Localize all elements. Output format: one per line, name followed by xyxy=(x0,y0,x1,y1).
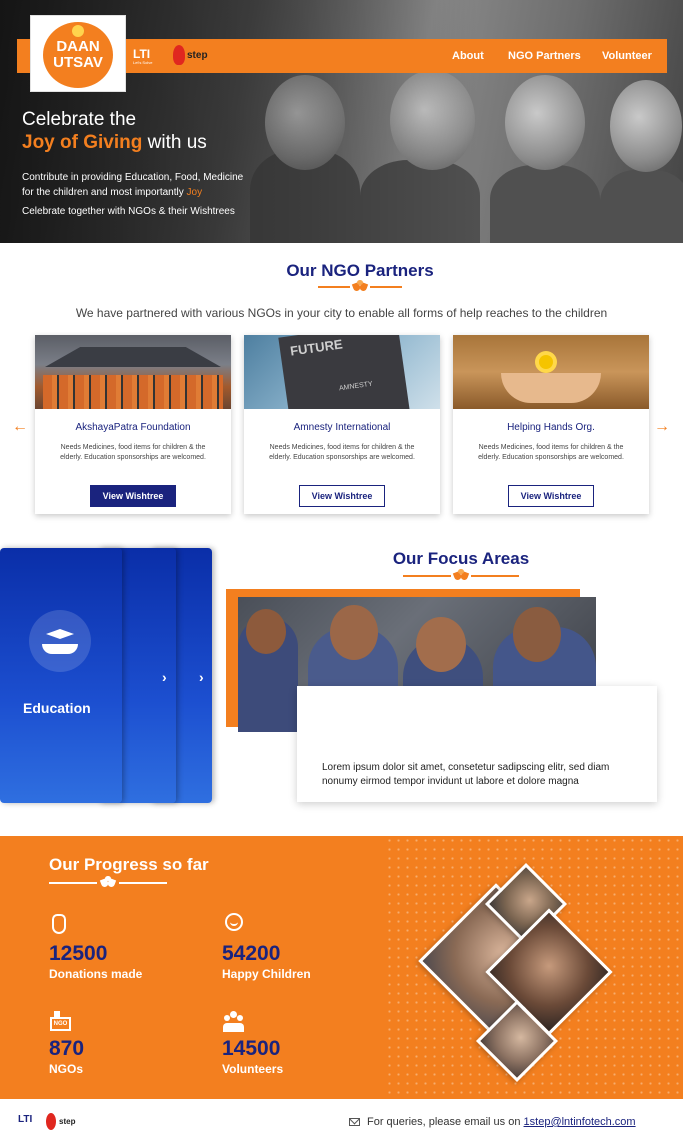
nav-volunteer[interactable]: Volunteer xyxy=(602,50,652,62)
view-wishtree-button[interactable]: View Wishtree xyxy=(90,485,176,507)
ngo-card: FUTURE AMNESTY Amnesty International Nee… xyxy=(244,335,440,514)
ngo-card-name: AkshayaPatra Foundation xyxy=(75,422,191,433)
nav-about[interactable]: About xyxy=(452,50,484,62)
footprint-icon xyxy=(46,1113,56,1130)
hero-title: Celebrate the xyxy=(22,109,137,130)
section-title-partners: Our NGO Partners xyxy=(286,261,434,280)
progress-title: Our Progress so far xyxy=(49,855,209,874)
ngo-card-description: Needs Medicines, food items for children… xyxy=(269,444,415,461)
focus-description: Lorem ipsum dolor sit amet, consetetur s… xyxy=(322,762,610,787)
stat-value-happy-children: 54200 xyxy=(222,942,281,965)
view-wishtree-button[interactable]: View Wishtree xyxy=(508,485,594,507)
onestep-logo: step xyxy=(173,45,217,67)
happy-child-icon xyxy=(222,912,244,934)
stat-label-volunteers: Volunteers xyxy=(222,1062,284,1076)
education-icon xyxy=(29,610,91,672)
stat-value-ngos: 870 xyxy=(49,1037,85,1060)
smiley-icon xyxy=(72,25,84,37)
carousel-next-arrow-icon[interactable]: → xyxy=(650,418,674,436)
daan-utsav-logo[interactable]: DAAN UTSAV xyxy=(30,15,126,92)
hero-text-line: Contribute in providing Education, Food,… xyxy=(22,172,244,183)
stat-label-ngos: NGOs xyxy=(49,1062,84,1076)
stat-label-happy-children: Happy Children xyxy=(222,967,311,981)
mail-icon xyxy=(349,1118,360,1126)
ngo-card: Helping Hands Org. Needs Medicines, food… xyxy=(453,335,649,514)
carousel-prev-arrow-icon[interactable]: ← xyxy=(8,418,32,436)
hero-title-line2: Joy of Giving with us xyxy=(22,132,207,153)
ngo-card-image xyxy=(453,335,649,409)
stat-value-donations: 12500 xyxy=(49,942,108,965)
ngo-card-description: Needs Medicines, food items for children… xyxy=(478,444,624,461)
ngo-card-image: FUTURE AMNESTY xyxy=(244,335,440,409)
chevron-right-icon[interactable]: › xyxy=(162,669,167,685)
footer-lti-logo: LTI xyxy=(18,1114,33,1125)
focus-area-education-card[interactable] xyxy=(0,548,122,803)
footer-contact: For queries, please email us on 1step@ln… xyxy=(367,1116,636,1128)
ngo-card: AkshayaPatra Foundation Needs Medicines,… xyxy=(35,335,231,514)
view-wishtree-button[interactable]: View Wishtree xyxy=(299,485,385,507)
focus-area-label: Education xyxy=(23,700,91,716)
ngo-card-description: Needs Medicines, food items for children… xyxy=(60,444,206,461)
hero-text-line: for the children and most importantly Jo… xyxy=(22,187,203,198)
hero-text-line: Celebrate together with NGOs & their Wis… xyxy=(22,206,235,217)
ngo-icon: NGO xyxy=(49,1011,71,1033)
giving-hands-icon xyxy=(351,280,369,292)
section-divider xyxy=(49,876,167,890)
section-title-focus: Our Focus Areas xyxy=(392,549,530,568)
nav-ngo-partners[interactable]: NGO Partners xyxy=(508,50,581,62)
partners-intro: We have partnered with various NGOs in y… xyxy=(75,306,608,320)
footprint-icon xyxy=(173,45,185,65)
chevron-right-icon[interactable]: › xyxy=(199,669,204,685)
giving-hands-icon xyxy=(99,876,117,888)
lti-tagline: Let's Solve xyxy=(133,60,153,65)
stat-value-volunteers: 14500 xyxy=(222,1037,281,1060)
hand-icon xyxy=(49,912,71,934)
footer-onestep-logo: step xyxy=(46,1113,84,1133)
lti-logo: LTI xyxy=(133,47,151,61)
ngo-card-name: Helping Hands Org. xyxy=(507,422,595,433)
section-divider xyxy=(318,280,402,294)
ngo-card-name: Amnesty International xyxy=(293,422,391,433)
volunteers-icon xyxy=(222,1011,244,1033)
stat-label-donations: Donations made xyxy=(49,967,143,981)
footer-email-link[interactable]: 1step@lntinfotech.com xyxy=(524,1116,636,1128)
ngo-card-image xyxy=(35,335,231,409)
section-divider xyxy=(403,569,519,583)
giving-hands-icon xyxy=(452,569,470,581)
